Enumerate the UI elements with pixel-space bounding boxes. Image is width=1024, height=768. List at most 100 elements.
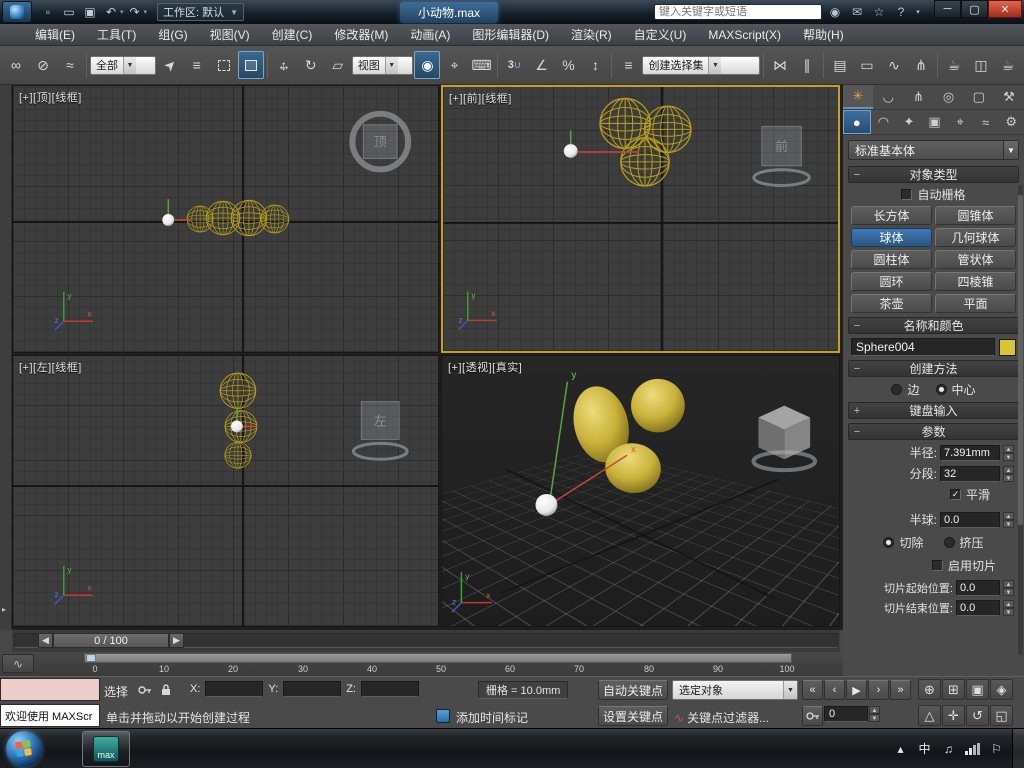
menu-group[interactable]: 组(G) — [147, 24, 198, 45]
layer-manager-icon[interactable]: ▤ — [827, 51, 853, 79]
expand-arrow-icon[interactable]: ▸ — [2, 605, 6, 614]
scene-spheres-wireframe[interactable] — [219, 372, 258, 469]
radius-field[interactable]: 7.391mm — [940, 444, 1000, 461]
viewport-front[interactable]: [+][前][线框] 前 — [441, 85, 840, 353]
keyboard-override-icon[interactable]: ⌨ — [468, 51, 494, 79]
select-and-move-icon[interactable]: ↔ ↕ — [271, 51, 297, 79]
current-frame-field[interactable]: 0 — [824, 706, 868, 722]
curve-editor-icon[interactable]: ∿ — [881, 51, 907, 79]
workspace-dropdown[interactable]: 工作区: 默认 ▼ — [157, 3, 245, 21]
maxscript-mini-listener[interactable]: 欢迎使用 MAXScr — [0, 704, 100, 727]
go-to-end-button[interactable]: » — [890, 680, 911, 700]
show-desktop-button[interactable] — [1012, 728, 1024, 768]
selected-set-dropdown[interactable]: 选定对象 ▼ — [672, 680, 798, 700]
subtab-helpers[interactable]: ⌖ — [947, 110, 973, 134]
menu-animation[interactable]: 动画(A) — [399, 24, 461, 45]
set-key-button[interactable]: 设置关键点 — [598, 706, 668, 726]
segments-spinner[interactable]: ▲ ▼ — [1003, 465, 1014, 482]
mirror-icon[interactable]: ⋈ — [767, 51, 793, 79]
viewport-perspective[interactable]: [+][透视][真实] y x — [441, 355, 840, 627]
select-by-name-icon[interactable]: ≡ — [184, 51, 210, 79]
subtab-cameras[interactable]: ▣ — [922, 110, 948, 134]
redo-icon[interactable]: ↷ — [125, 2, 145, 22]
track-bar-key-band[interactable] — [84, 653, 792, 663]
y-coordinate-field[interactable] — [283, 681, 342, 697]
scene-spheres-wireframe[interactable] — [599, 97, 692, 187]
viewport-label[interactable]: [+][左][线框] — [19, 359, 82, 375]
field-of-view-icon[interactable]: △ — [918, 705, 941, 726]
tab-hierarchy[interactable]: ⋔ — [903, 85, 933, 109]
rectangular-selection-region-icon[interactable] — [211, 51, 237, 79]
use-pivot-center-icon[interactable]: ◉ — [414, 51, 441, 79]
current-frame-indicator[interactable] — [86, 654, 96, 662]
primitive-cone-button[interactable]: 圆锥体 — [935, 206, 1016, 225]
menu-create[interactable]: 创建(C) — [261, 24, 324, 45]
help-icon[interactable]: ? — [892, 3, 910, 21]
primitive-sphere-button[interactable]: 球体 — [851, 228, 932, 247]
schematic-view-icon[interactable]: ⋔ — [908, 51, 934, 79]
redo-caret-icon[interactable]: ▾ — [144, 8, 148, 16]
primitive-cylinder-button[interactable]: 圆柱体 — [851, 250, 932, 269]
search-icon[interactable]: ◉ — [826, 3, 844, 21]
track-bar[interactable]: ∿ 0 10 20 30 40 50 60 70 80 90 100 — [0, 652, 843, 676]
close-button[interactable]: ✕ — [988, 0, 1022, 18]
frame-spinner[interactable]: ▲ ▼ — [869, 706, 880, 726]
subtab-geometry[interactable]: ● — [843, 110, 871, 134]
object-name-field[interactable]: Sphere004 — [851, 338, 995, 356]
segments-field[interactable]: 32 — [940, 465, 1000, 482]
subtab-spacewarps[interactable]: ≈ — [973, 110, 999, 134]
maximize-button[interactable]: ▢ — [961, 0, 988, 18]
network-icon[interactable] — [965, 742, 980, 755]
subtab-shapes[interactable]: ◠ — [871, 110, 897, 134]
macro-recorder-line[interactable] — [0, 678, 100, 701]
menu-views[interactable]: 视图(V) — [199, 24, 261, 45]
action-center-flag-icon[interactable]: ⚐ — [989, 742, 1004, 756]
primitive-category-dropdown[interactable]: 标准基本体 ▼ — [848, 140, 1019, 160]
bind-to-spacewarp-icon[interactable]: ≈ — [57, 51, 83, 79]
rollout-object-type[interactable]: − 对象类型 — [848, 166, 1019, 183]
previous-frame-arrow-icon[interactable]: ◀ — [38, 633, 53, 648]
menu-graph-editors[interactable]: 图形编辑器(D) — [461, 24, 560, 45]
hemisphere-spinner[interactable]: ▲ ▼ — [1003, 511, 1014, 528]
reference-coordinate-dropdown[interactable]: 视图 ▼ — [351, 55, 414, 75]
previous-frame-button[interactable]: ‹ — [824, 680, 845, 700]
select-and-link-icon[interactable]: ∞ — [3, 51, 29, 79]
favorites-star-icon[interactable]: ☆ — [870, 3, 888, 21]
center-radio[interactable] — [935, 384, 947, 395]
tab-motion[interactable]: ◎ — [934, 85, 964, 109]
next-frame-arrow-icon[interactable]: ▶ — [169, 633, 184, 648]
subtab-systems[interactable]: ⚙ — [998, 110, 1024, 134]
select-and-rotate-icon[interactable]: ↻ — [298, 51, 324, 79]
help-search-input[interactable] — [654, 4, 822, 20]
spinner-snap-icon[interactable]: ↕ — [582, 51, 608, 79]
menu-rendering[interactable]: 渲染(R) — [560, 24, 623, 45]
primitive-tube-button[interactable]: 管状体 — [935, 250, 1016, 269]
go-to-start-button[interactable]: « — [802, 680, 823, 700]
minimize-button[interactable]: ─ — [934, 0, 961, 18]
rendered-frame-window-icon[interactable]: ◫ — [968, 51, 994, 79]
slice-to-spinner[interactable]: ▲ ▼ — [1003, 600, 1014, 616]
rollout-keyboard-entry[interactable]: + 键盘输入 — [848, 402, 1019, 419]
x-coordinate-field[interactable] — [205, 681, 264, 697]
pan-icon[interactable]: ✛ — [942, 705, 965, 726]
rollout-creation-method[interactable]: − 创建方法 — [848, 360, 1019, 377]
application-menu-button[interactable] — [2, 1, 32, 23]
help-caret-icon[interactable]: ▾ — [914, 3, 922, 21]
tab-utilities[interactable]: ⚒ — [994, 85, 1024, 109]
select-and-manipulate-icon[interactable]: ⌖ — [441, 51, 467, 79]
snap-toggle-3d-icon[interactable]: 3 ∪ — [501, 51, 527, 79]
viewcube[interactable]: 前 — [752, 125, 811, 187]
edge-radio[interactable] — [891, 384, 903, 395]
menu-modifiers[interactable]: 修改器(M) — [323, 24, 399, 45]
viewcube[interactable]: 顶 — [349, 110, 412, 173]
menu-tools[interactable]: 工具(T) — [86, 24, 147, 45]
add-time-tag[interactable]: 添加时间标记 — [456, 709, 528, 726]
auto-key-button[interactable]: 自动关键点 — [598, 680, 668, 700]
time-slider[interactable]: ◀ 0 / 100 ▶ — [12, 630, 840, 652]
viewport-label[interactable]: [+][顶][线框] — [19, 89, 82, 105]
zoom-icon[interactable]: ⊕ — [918, 679, 941, 700]
maximize-viewport-icon[interactable]: ◱ — [990, 705, 1013, 726]
primitive-pyramid-button[interactable]: 四棱锥 — [935, 272, 1016, 291]
next-frame-button[interactable]: › — [868, 680, 889, 700]
render-production-icon[interactable]: ☕ — [995, 51, 1021, 79]
